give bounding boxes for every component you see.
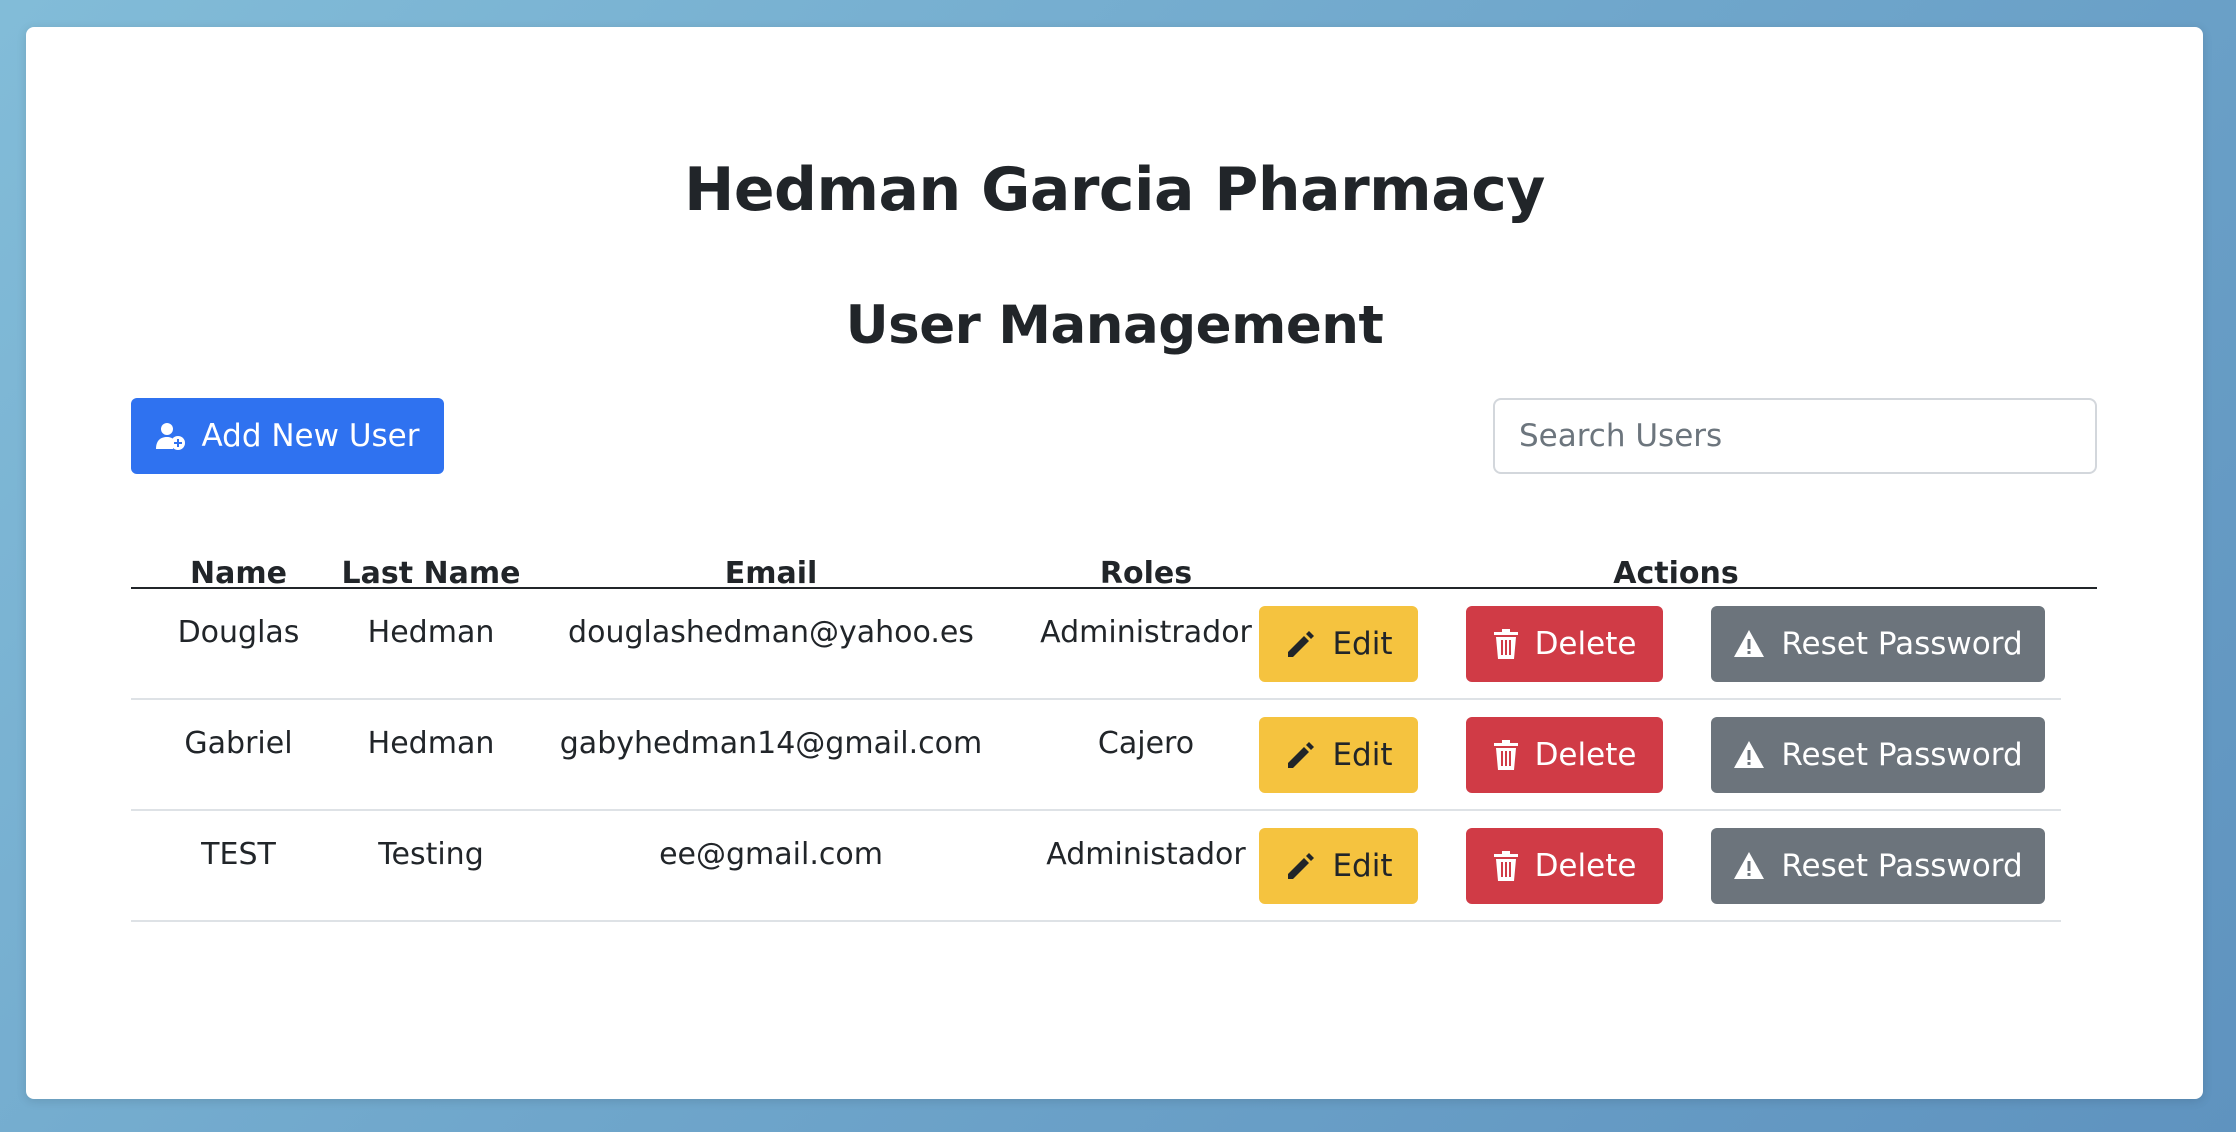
cell-last-name: Hedman [367,726,495,761]
delete-label: Delete [1534,626,1637,662]
reset-password-button[interactable]: Reset Password [1711,606,2045,682]
row-divider [131,809,2061,811]
edit-label: Edit [1332,848,1393,884]
delete-button[interactable]: Delete [1466,717,1663,793]
warning-icon [1733,740,1765,770]
delete-button[interactable]: Delete [1466,828,1663,904]
cell-last-name: Hedman [367,615,495,650]
cell-email: gabyhedman14@gmail.com [559,726,983,761]
warning-icon [1733,851,1765,881]
delete-label: Delete [1534,737,1637,773]
pencil-icon [1284,739,1316,771]
reset-password-label: Reset Password [1781,737,2023,773]
column-header-actions: Actions [1613,556,1739,591]
user-plus-icon [155,421,186,451]
row-divider [131,920,2061,922]
row-divider [131,698,2061,700]
delete-button[interactable]: Delete [1466,606,1663,682]
delete-label: Delete [1534,848,1637,884]
edit-button[interactable]: Edit [1259,828,1418,904]
header-divider [131,587,2097,589]
reset-password-label: Reset Password [1781,848,2023,884]
trash-icon [1493,739,1519,771]
reset-password-label: Reset Password [1781,626,2023,662]
column-header-last-name: Last Name [341,556,521,591]
section-title: User Management [845,295,1384,356]
reset-password-button[interactable]: Reset Password [1711,828,2045,904]
cell-role: Cajero [1097,726,1195,761]
main-card: Hedman Garcia Pharmacy User Management A… [26,27,2203,1099]
column-header-email: Email [724,556,818,591]
edit-label: Edit [1332,626,1393,662]
warning-icon [1733,629,1765,659]
add-user-button[interactable]: Add New User [131,398,444,474]
column-header-roles: Roles [1099,556,1193,591]
cell-name: Douglas [177,615,300,650]
trash-icon [1493,850,1519,882]
cell-email: douglashedman@yahoo.es [568,615,974,650]
cell-name: Gabriel [184,726,293,761]
page-title: Hedman Garcia Pharmacy [684,155,1545,225]
cell-last-name: Testing [378,837,484,872]
add-user-label: Add New User [201,418,420,454]
cell-role: Administador [1046,837,1246,872]
edit-button[interactable]: Edit [1259,717,1418,793]
reset-password-button[interactable]: Reset Password [1711,717,2045,793]
cell-name: TEST [201,837,276,872]
search-input[interactable] [1493,398,2097,474]
cell-email: ee@gmail.com [659,837,883,872]
pencil-icon [1284,850,1316,882]
edit-button[interactable]: Edit [1259,606,1418,682]
trash-icon [1493,628,1519,660]
pencil-icon [1284,628,1316,660]
cell-role: Administrador [1040,615,1252,650]
column-header-name: Name [190,556,287,591]
edit-label: Edit [1332,737,1393,773]
